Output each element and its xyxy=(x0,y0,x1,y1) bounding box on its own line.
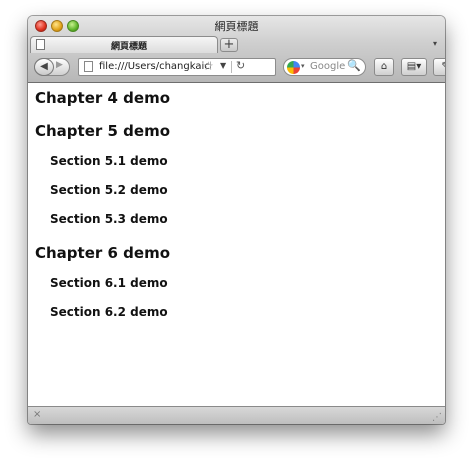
search-bar[interactable]: ▾ Google 🔍 xyxy=(283,58,366,76)
back-button[interactable]: ◀ xyxy=(34,58,54,76)
tab-list-menu-icon[interactable]: ▾ xyxy=(433,39,437,48)
divider xyxy=(231,61,232,73)
search-input[interactable]: Google xyxy=(310,61,345,72)
chapter-heading: Chapter 6 demo xyxy=(35,244,171,262)
resize-grip-icon[interactable]: ⋰ xyxy=(432,412,442,423)
address-bar[interactable]: file:///Users/changkaichun/ ☆ ▼ ↻ xyxy=(78,58,276,76)
status-bar: × ⋰ xyxy=(28,406,445,424)
google-logo-icon[interactable] xyxy=(287,61,300,74)
extension-button[interactable]: ✎▾ xyxy=(433,58,445,76)
navigation-toolbar: ◀ ▶ file:///Users/changkaichun/ ☆ ▼ ↻ ▾ … xyxy=(28,53,445,82)
bookmarks-button[interactable]: ▤▾ xyxy=(401,58,427,76)
forward-button[interactable]: ▶ xyxy=(56,60,63,70)
page-icon xyxy=(84,61,93,72)
tab-strip: 網頁標題 + ▾ xyxy=(28,35,445,53)
section-heading: Section 5.3 demo xyxy=(50,212,168,226)
back-forward-group: ◀ ▶ xyxy=(34,58,70,76)
search-engine-dropdown-icon[interactable]: ▾ xyxy=(301,62,305,70)
page-content: Chapter 4 demo Chapter 5 demo Section 5.… xyxy=(28,83,445,406)
section-heading: Section 6.1 demo xyxy=(50,276,168,290)
history-dropdown-icon[interactable]: ▼ xyxy=(220,61,226,70)
window-title: 網頁標題 xyxy=(214,20,259,33)
close-status-icon[interactable]: × xyxy=(33,409,41,420)
reload-icon[interactable]: ↻ xyxy=(236,59,245,72)
section-heading: Section 5.2 demo xyxy=(50,183,168,197)
chapter-heading: Chapter 4 demo xyxy=(35,89,171,107)
browser-window: 網頁標題 網頁標題 + ▾ ◀ ▶ file:///Users/changkai… xyxy=(28,16,445,424)
tab-title: 網頁標題 xyxy=(110,42,147,52)
chapter-heading: Chapter 5 demo xyxy=(35,122,171,140)
title-bar: 網頁標題 網頁標題 + ▾ ◀ ▶ file:///Users/changkai… xyxy=(28,16,445,83)
page-icon xyxy=(36,39,45,50)
url-input[interactable]: file:///Users/changkaichun/ xyxy=(99,61,211,72)
section-heading: Section 5.1 demo xyxy=(50,154,168,168)
home-button[interactable]: ⌂ xyxy=(374,58,394,76)
active-tab[interactable]: 網頁標題 xyxy=(30,36,218,53)
section-heading: Section 6.2 demo xyxy=(50,305,168,319)
new-tab-button[interactable]: + xyxy=(220,38,238,52)
search-icon[interactable]: 🔍 xyxy=(347,59,361,72)
bookmark-star-icon[interactable]: ☆ xyxy=(203,59,214,73)
